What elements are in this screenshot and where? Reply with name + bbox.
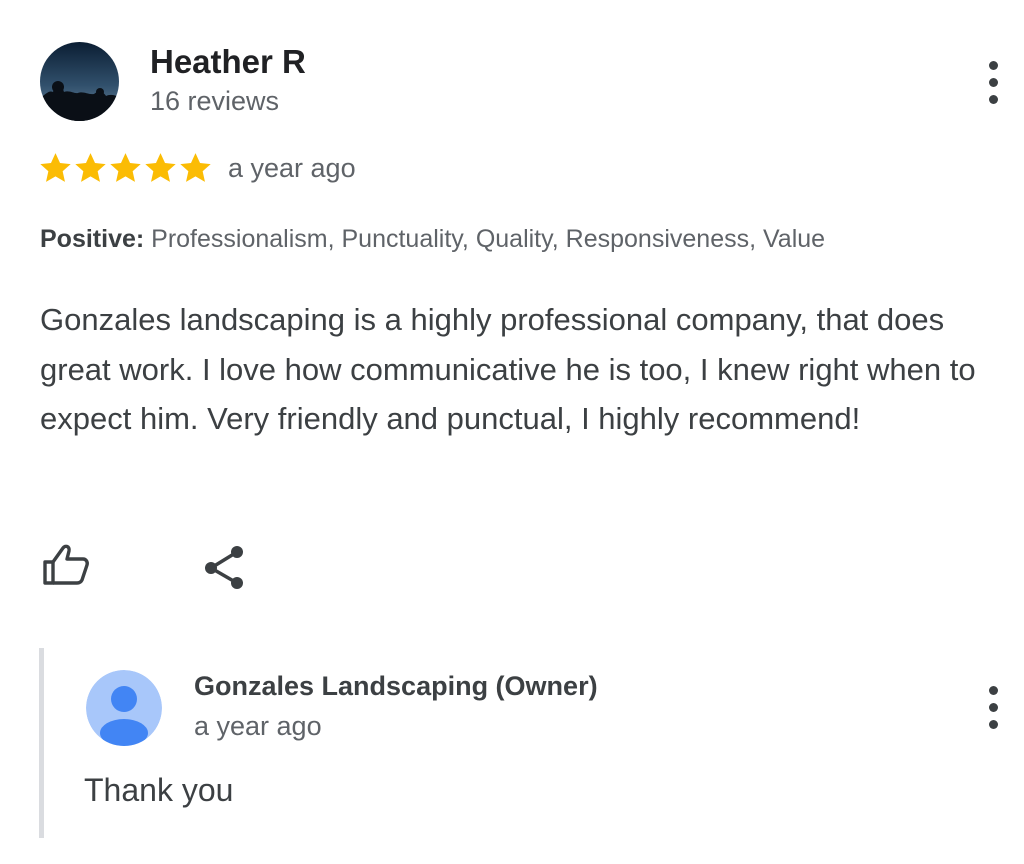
star-icon [180, 153, 211, 182]
share-button[interactable] [202, 545, 246, 591]
like-button[interactable] [40, 543, 92, 587]
star-rating [38, 150, 213, 186]
star-icon [145, 153, 176, 182]
star-icon [75, 153, 106, 182]
star-icon [110, 153, 141, 182]
attributes-label: Positive: [40, 225, 145, 253]
share-icon [205, 546, 243, 589]
reply-border [39, 648, 44, 838]
attributes-value: Professionalism, Punctuality, Quality, R… [144, 225, 826, 253]
review-time: a year ago [228, 153, 356, 183]
more-dot-icon [988, 702, 998, 712]
review-text: Gonzales landscaping is a highly profess… [40, 302, 976, 436]
thumbs-up-icon [43, 544, 89, 585]
reviewer-name[interactable]: Heather R [150, 43, 306, 81]
default-person-icon [86, 670, 162, 746]
more-dot-icon [988, 94, 998, 104]
reviewer-review-count[interactable]: 16 reviews [150, 86, 279, 117]
reviewer-avatar[interactable] [40, 42, 119, 121]
more-dot-icon [988, 77, 998, 87]
owner-name: Gonzales Landscaping (Owner) [194, 671, 598, 701]
review-more-options-button[interactable] [981, 58, 1005, 106]
reply-text: Thank you [84, 772, 234, 808]
more-dot-icon [988, 685, 998, 695]
reply-more-options-button[interactable] [981, 683, 1005, 731]
star-icon [40, 153, 71, 182]
more-dot-icon [988, 719, 998, 729]
owner-avatar [86, 670, 162, 746]
reply-time: a year ago [194, 711, 322, 741]
review-attributes: Positive: Professionalism, Punctuality, … [40, 225, 825, 254]
more-dot-icon [988, 60, 998, 70]
